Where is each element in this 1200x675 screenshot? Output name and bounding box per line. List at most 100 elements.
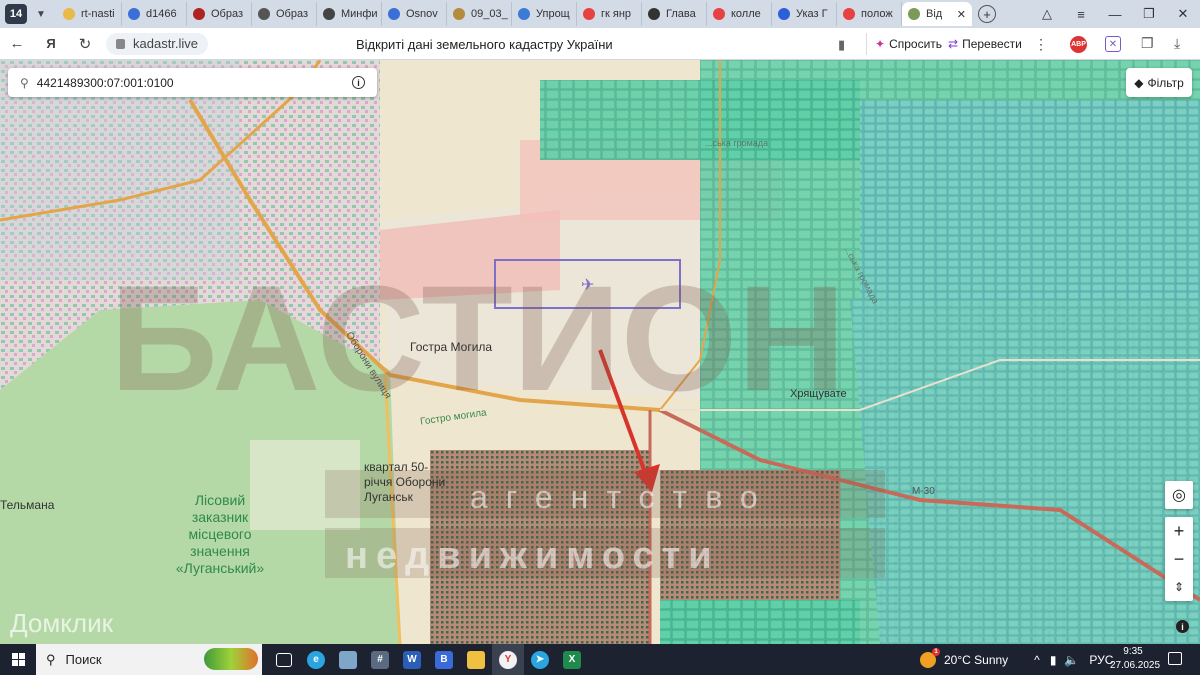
excel-icon[interactable]: X (556, 644, 588, 675)
tab-favicon-icon (778, 8, 790, 20)
battery-icon[interactable]: ▮ (1050, 653, 1057, 667)
lock-icon (116, 38, 125, 49)
weather-sun-icon[interactable]: 1 (920, 647, 940, 668)
word-icon[interactable]: W (396, 644, 428, 675)
browser-tab[interactable]: rt-nasti (57, 2, 122, 26)
browser-tab[interactable]: Упрощ (512, 2, 577, 26)
weather-text[interactable]: 20°C Sunny (944, 653, 1008, 667)
zoom-in-button[interactable]: + (1165, 517, 1193, 545)
translate-button[interactable]: ⇄ Перевести (948, 33, 1022, 55)
browser-tab[interactable]: 09_03_ (447, 2, 512, 26)
tab-label: Osnov (406, 8, 438, 20)
start-button[interactable] (0, 644, 36, 675)
tab-label: Образ (211, 8, 244, 20)
restore-button[interactable]: ❐ (1132, 6, 1166, 22)
tab-label: гк янр (601, 8, 632, 20)
telegram-icon[interactable]: ➤ (524, 644, 556, 675)
notepad-app-icon[interactable] (332, 644, 364, 675)
browser-tab[interactable]: Образ (187, 2, 252, 26)
tab-favicon-icon (713, 8, 725, 20)
label-kvartal: квартал 50- річчя Оборони Луганськ (364, 460, 445, 505)
volume-icon[interactable]: 🔈 (1064, 653, 1079, 667)
pinned-apps: e # W B Y ➤ X (268, 644, 588, 675)
attribution-info-icon[interactable]: i (1176, 620, 1189, 633)
back-button[interactable]: ← (0, 35, 34, 52)
more-menu-icon[interactable]: ⋮ (1034, 36, 1048, 53)
label-forest-reserve: Лісовий заказник місцевого значення «Луг… (165, 492, 275, 577)
zoom-out-button[interactable]: − (1165, 545, 1193, 573)
browser-tab[interactable]: Указ Г (772, 2, 837, 26)
translate-label: Перевести (962, 37, 1022, 51)
url-field[interactable]: kadastr.live (106, 32, 209, 55)
tab-favicon-icon (258, 8, 270, 20)
new-tab-button[interactable]: + (978, 5, 996, 23)
tabs-container: rt-nasti d1466 Образ Образ Минфи Osnov 09_03_ У… (57, 0, 972, 28)
reload-button[interactable]: ↻ (68, 35, 102, 53)
ask-button[interactable]: ✦ Спросить (866, 33, 942, 55)
extension-icon[interactable]: ✕ (1105, 36, 1121, 52)
browser-tab[interactable]: колле (707, 2, 772, 26)
label-gostra-mogyla: Гостра Могила (410, 340, 493, 354)
tab-label: Указ Г (796, 8, 828, 20)
system-tray: 1 20°C Sunny ^ ▮ 🔈 РУС (920, 644, 1113, 675)
tab-strip: 14 ▼ rt-nasti d1466 Образ Образ Минфи Osnov 09… (0, 0, 1200, 28)
tab-list-chevron-icon[interactable]: ▼ (31, 4, 51, 24)
browser-tab[interactable]: Глава (642, 2, 707, 26)
watermark-main: БАСТИОН (110, 254, 846, 422)
label-telmana: Тельмана (0, 498, 55, 512)
info-icon[interactable]: i (352, 76, 365, 89)
filter-button[interactable]: ◆ Фільтр (1126, 68, 1192, 97)
tab-favicon-icon (453, 8, 465, 20)
browser-menu-icon[interactable]: ≡ (1064, 7, 1098, 22)
browser-tab[interactable]: Від ✕ (902, 2, 972, 26)
clock[interactable]: 9:35 27.06.2025 (1110, 645, 1160, 673)
locate-me-button[interactable]: ◎ (1165, 481, 1193, 509)
browser-tab[interactable]: полож (837, 2, 902, 26)
file-explorer-icon[interactable] (460, 644, 492, 675)
browser-tab[interactable]: Минфи (317, 2, 382, 26)
yandex-browser-icon[interactable]: Y (492, 644, 524, 675)
browser-tab[interactable]: гк янр (577, 2, 642, 26)
label-hromada-top: ...ська громада (705, 138, 769, 148)
collections-icon[interactable]: ❐ (1141, 35, 1154, 52)
reset-bearing-button[interactable]: ⇕ (1165, 573, 1193, 601)
cadastre-search-input[interactable] (36, 75, 327, 90)
edge-icon[interactable]: e (300, 644, 332, 675)
tab-count-badge[interactable]: 14 (5, 4, 27, 24)
close-tab-icon[interactable]: ✕ (957, 8, 966, 21)
calculator-icon[interactable]: # (364, 644, 396, 675)
label-kvartal-line1: квартал 50- (364, 460, 429, 474)
translate-icon: ⇄ (948, 37, 959, 51)
watermark-sub1: агентство (470, 479, 776, 515)
ask-label: Спросить (889, 37, 943, 51)
tray-chevron-icon[interactable]: ^ (1034, 653, 1040, 667)
browser-tab[interactable]: Osnov (382, 2, 447, 26)
download-icon[interactable]: ⤓ (1174, 35, 1180, 52)
cadastre-map[interactable]: ✈ БАСТИОН агентство недвижимости Домклик… (0, 60, 1200, 644)
yandex-browser-b-icon[interactable]: B (428, 644, 460, 675)
adblock-icon[interactable]: ABP (1070, 36, 1087, 53)
tab-label: Образ (276, 8, 309, 20)
tab-favicon-icon (128, 8, 140, 20)
parcels-southeast (850, 280, 1200, 644)
taskbar-search[interactable]: ⚲ Поиск (36, 644, 262, 675)
tab-favicon-icon (583, 8, 595, 20)
notification-center-icon[interactable] (1168, 652, 1182, 665)
parcels-south (660, 600, 860, 644)
tab-label: Глава (666, 8, 696, 20)
bookmark-icon[interactable]: ▮ (838, 37, 845, 53)
assistant-icon[interactable]: △ (1030, 6, 1064, 22)
browser-tab[interactable]: Образ (252, 2, 317, 26)
label-reserve-line3: місцевого (188, 526, 252, 542)
yandex-logo-icon[interactable]: Я (34, 36, 68, 51)
label-reserve-line5: «Луганський» (175, 560, 265, 576)
filter-label: Фільтр (1147, 75, 1184, 90)
label-reserve-line4: значення (190, 543, 250, 559)
browser-tab[interactable]: d1466 (122, 2, 187, 26)
task-view-icon[interactable] (268, 644, 300, 675)
layers-icon: ◆ (1134, 75, 1144, 90)
label-reserve-line2: заказник (191, 509, 249, 525)
minimize-button[interactable]: — (1098, 7, 1132, 22)
ask-icon: ✦ (875, 37, 886, 51)
close-window-button[interactable]: ✕ (1166, 6, 1200, 22)
